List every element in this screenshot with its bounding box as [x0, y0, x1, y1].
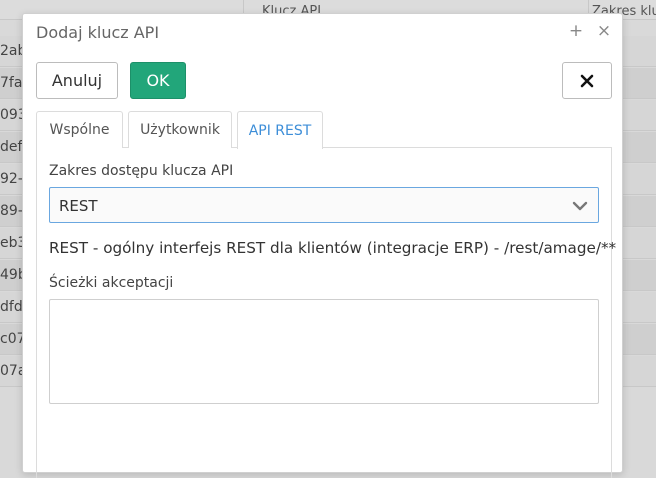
scope-description: REST - ogólny interfejs REST dla klientó… — [49, 239, 617, 257]
add-api-key-dialog: Dodaj klucz API + × Anuluj OK Wspólne Uż… — [22, 13, 623, 478]
tab-api-rest[interactable]: API REST — [237, 111, 323, 149]
ok-button[interactable]: OK — [130, 62, 186, 99]
tab-common[interactable]: Wspólne — [36, 111, 123, 148]
chevron-down-icon — [572, 201, 588, 211]
scope-label: Zakres dostępu klucza API — [49, 163, 234, 179]
scope-select-value: REST — [59, 197, 98, 215]
paths-label: Ścieżki akceptacji — [49, 275, 174, 291]
close-icon[interactable]: × — [595, 22, 613, 40]
paths-textarea[interactable] — [49, 299, 599, 404]
tab-user[interactable]: Użytkownik — [128, 111, 232, 148]
dialog-header: Dodaj klucz API + × — [23, 14, 622, 52]
x-icon — [580, 74, 594, 87]
cancel-button[interactable]: Anuluj — [36, 62, 118, 99]
scope-select[interactable]: REST — [49, 187, 599, 223]
tab-panel-api-rest: Zakres dostępu klucza API REST REST - og… — [36, 148, 616, 478]
maximize-icon[interactable]: + — [567, 22, 585, 40]
dialog-title: Dodaj klucz API — [36, 23, 160, 42]
discard-button[interactable] — [562, 62, 612, 99]
tab-bar: Wspólne Użytkownik API REST — [36, 111, 612, 149]
